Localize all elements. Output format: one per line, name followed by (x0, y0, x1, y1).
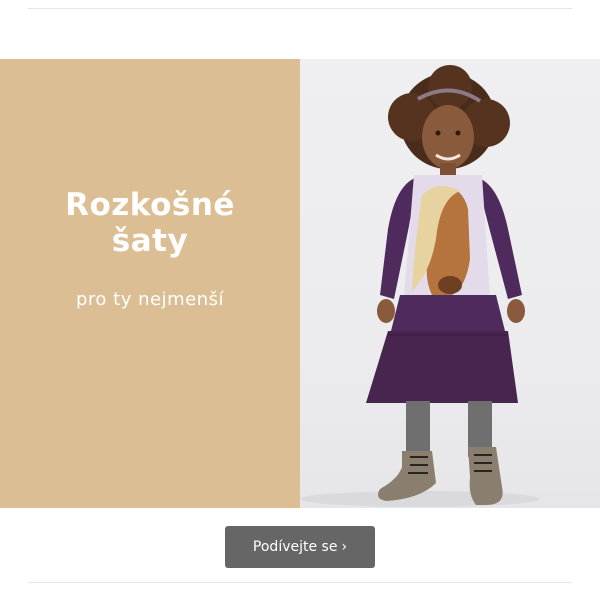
promo-text-panel: Rozkošné šaty pro ty nejmenší (0, 59, 300, 508)
skirt-upper (390, 295, 506, 335)
view-button-label: Podívejte se (252, 539, 338, 555)
product-photo[interactable] (300, 59, 600, 508)
promo-title-line-1: Rozkošné (65, 187, 235, 223)
girl-in-dress-illustration (300, 65, 540, 507)
promo-title: Rozkošné šaty (0, 187, 300, 259)
skirt-lower (366, 331, 518, 403)
promo-subtitle: pro ty nejmenší (76, 289, 224, 310)
view-button[interactable]: Podívejte se › (225, 526, 375, 568)
bottom-divider (28, 582, 572, 583)
promo-banner[interactable]: Rozkošné šaty pro ty nejmenší (0, 59, 600, 508)
promo-title-line-2: šaty (111, 223, 189, 259)
chevron-right-icon: › (341, 539, 348, 555)
top-divider (28, 8, 572, 9)
